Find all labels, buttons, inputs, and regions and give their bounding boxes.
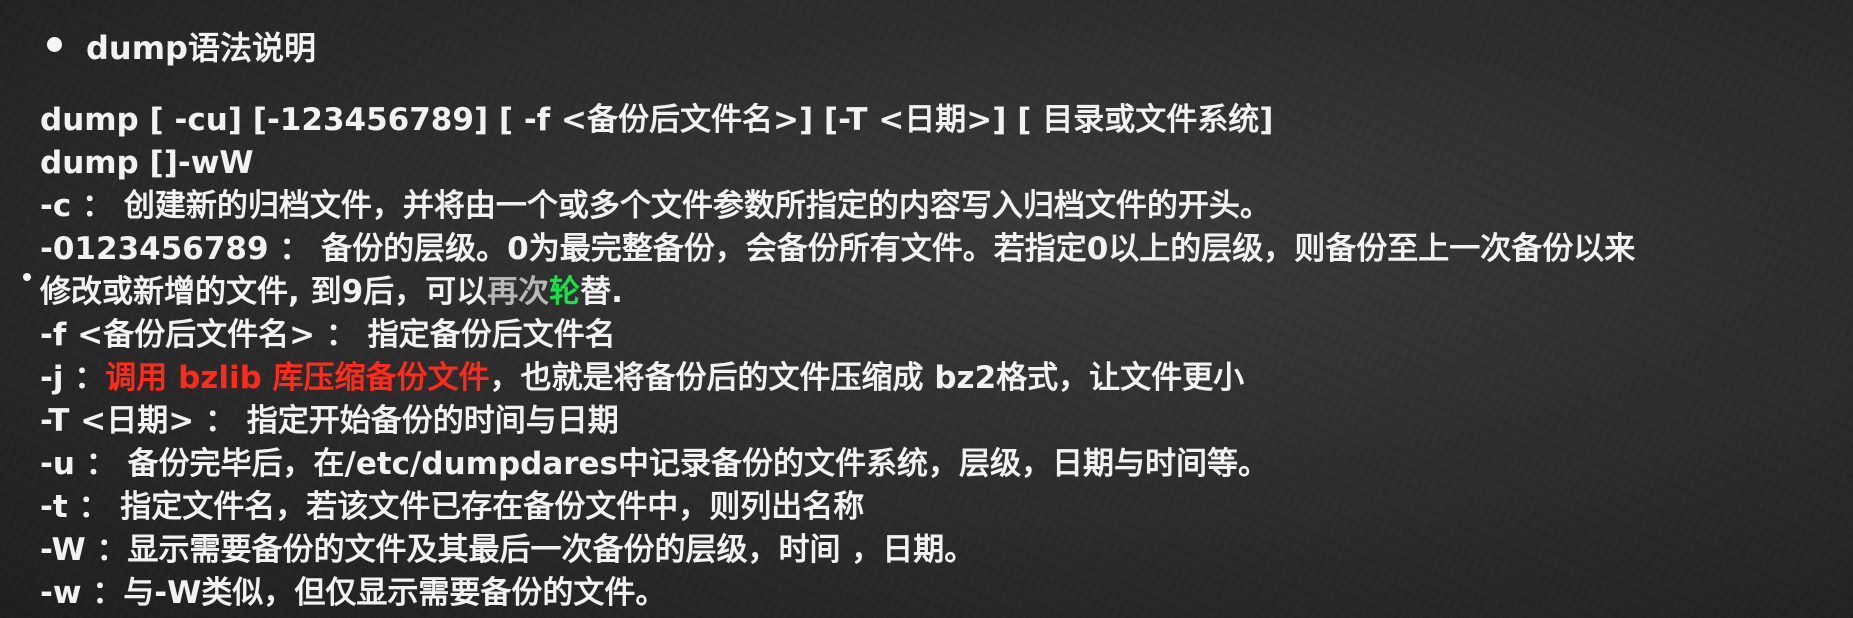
continuation-green-text: 轮 [549,274,581,310]
option-level-continuation-line: 修改或新增的文件, 到9后，可以再次轮替. [40,271,1843,314]
option-w-line: -w ：与-W类似，但仅显示需要备份的文件。 [40,575,667,611]
option-j-suffix: ，也就是将备份后的文件压缩成 bz2格式，让文件更小 [489,360,1245,396]
continuation-prefix: 修改或新增的文件, 到9后，可以 [40,274,488,310]
syntax-line-1: dump [ -cu] [-123456789] [ -f <备份后文件名>] … [40,102,1274,138]
syntax-content: dump [ -cu] [-123456789] [ -f <备份后文件名>] … [40,99,1843,615]
title-bullet-icon [47,37,62,52]
option-u-line: -u ： 备份完毕后，在/etc/dumpdares中记录备份的文件系统，层级，… [40,446,1270,482]
continuation-suffix: 替. [580,274,623,310]
option-c-line: -c ： 创建新的归档文件，并将由一个或多个文件参数所指定的内容写入归档文件的开… [40,188,1271,224]
slide-title: dump语法说明 [86,29,316,67]
continuation-grey-text: 再次 [487,274,550,310]
option-t-line: -t ： 指定文件名，若该文件已存在备份文件中，则列出名称 [40,489,865,525]
option-f-line: -f <备份后文件名> ： 指定备份后文件名 [40,317,616,353]
side-dot-icon [23,273,31,281]
option-level-line: -0123456789 ： 备份的层级。0为最完整备份，会备份所有文件。若指定0… [40,231,1636,267]
syntax-line-2: dump []-wW [40,145,254,181]
option-j-prefix: -j ： [40,360,106,396]
option-T-line: -T <日期> ： 指定开始备份的时间与日期 [40,403,619,439]
option-j-emphasis: 调用 bzlib 库压缩备份文件 [105,360,490,396]
option-W-line: -W ：显示需要备份的文件及其最后一次备份的层级，时间 ，日期。 [40,532,976,568]
option-j-line: -j ：调用 bzlib 库压缩备份文件，也就是将备份后的文件压缩成 bz2格式… [40,357,1843,400]
